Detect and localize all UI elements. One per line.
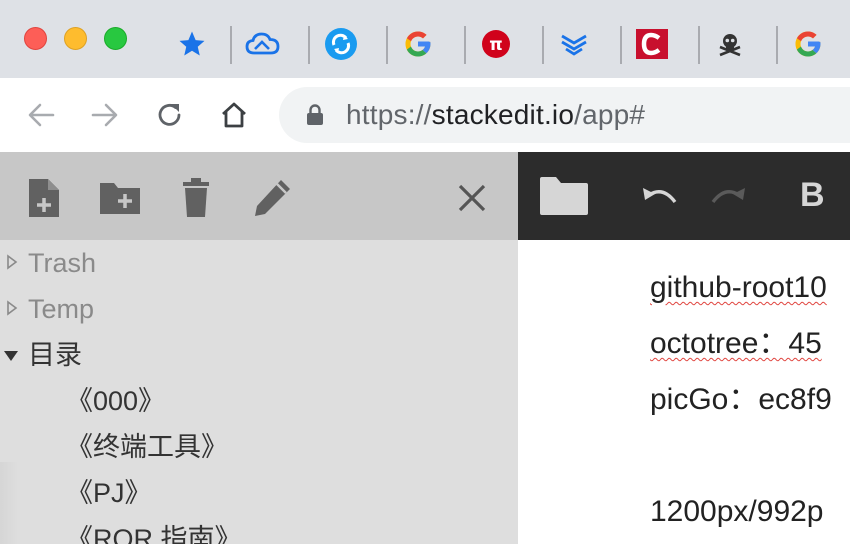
address-bar[interactable]: https://stackedit.io/app# [279,87,850,143]
google-icon[interactable] [788,24,828,64]
bookmark-separator [620,26,622,64]
url-text: https://stackedit.io/app# [346,99,645,131]
google-icon[interactable] [398,24,438,64]
editor-line: 1200px/992p [650,495,824,528]
caret-right-icon [7,300,18,316]
forward-button[interactable] [84,94,126,136]
file-label: 《终端工具》 [66,432,228,462]
close-window-button[interactable] [24,27,47,50]
reload-button[interactable] [149,94,191,136]
forward-arrow-icon [91,103,118,127]
caret-down-icon [4,351,18,361]
browser-navbar: https://stackedit.io/app# [0,78,850,152]
url-host: stackedit.io [431,99,575,130]
bold-button[interactable]: B [800,176,825,215]
editor-line: octotree：45 [650,327,822,360]
star-icon[interactable] [172,24,212,64]
undo-icon [643,188,677,204]
sync-icon[interactable] [321,24,361,64]
file-label: 《000》 [66,386,166,416]
cloud-icon[interactable] [243,24,283,64]
editor-line: picGo：ec8f9 [650,383,832,416]
skull-icon[interactable] [710,24,750,64]
reload-icon [158,104,181,126]
folder-label: Trash [28,248,97,278]
file-item[interactable]: 《ROR 指南》 [0,516,518,544]
delete-button[interactable] [174,174,218,222]
folder-icon [540,177,588,215]
file-item[interactable]: 《终端工具》 [0,424,518,470]
new-file-icon [29,179,59,217]
c-logo-icon[interactable] [632,24,672,64]
bookmark-separator [698,26,700,64]
file-label: 《PJ》 [66,478,152,508]
home-button[interactable] [213,94,255,136]
close-explorer-button[interactable] [450,174,494,222]
bookmark-separator [542,26,544,64]
file-explorer-panel: Trash Temp 目录 《000》 《终端工具》 《PJ》 《ROR 指南》 [0,152,518,544]
new-file-button[interactable] [22,174,66,222]
new-folder-button[interactable] [98,174,142,222]
url-scheme: https:// [346,99,432,130]
bookmark-separator [230,26,232,64]
folder-label: 目录 [28,340,82,370]
back-arrow-icon [28,103,55,127]
folder-label: Temp [28,294,95,324]
file-item[interactable]: 《000》 [0,378,518,424]
panel-shadow [0,462,18,544]
trash-icon [183,178,209,217]
redo-button[interactable] [708,172,748,220]
toggle-explorer-button[interactable] [538,172,590,220]
caret-right-icon [7,254,18,270]
file-item[interactable]: 《PJ》 [0,470,518,516]
back-button[interactable] [20,94,62,136]
folder-item-trash[interactable]: Trash [0,240,518,286]
browser-titlebar: π [0,0,850,78]
bookmark-separator [386,26,388,64]
undo-button[interactable] [640,172,680,220]
editor-panel: B github-root10 octotree：45 picGo：ec8f9 … [518,152,850,544]
close-icon [458,184,486,212]
folder-item-catalog[interactable]: 目录 [0,332,518,378]
home-icon [222,102,246,128]
url-path: /app# [574,99,646,130]
pi-icon[interactable]: π [476,24,516,64]
svg-text:π: π [489,35,502,55]
bookmark-separator [308,26,310,64]
explorer-toolbar [0,152,518,240]
redo-icon [711,188,745,204]
new-folder-icon [100,183,140,214]
folder-item-temp[interactable]: Temp [0,286,518,332]
layers-icon[interactable] [554,24,594,64]
pencil-icon [255,180,290,216]
file-label: 《ROR 指南》 [66,524,242,544]
lock-icon [307,104,323,125]
editor-line: github-root10 [650,271,827,304]
editor-toolbar: B [518,152,850,240]
bookmark-separator [464,26,466,64]
rename-button[interactable] [250,174,294,222]
minimize-window-button[interactable] [64,27,87,50]
bookmark-separator [776,26,778,64]
maximize-window-button[interactable] [104,27,127,50]
